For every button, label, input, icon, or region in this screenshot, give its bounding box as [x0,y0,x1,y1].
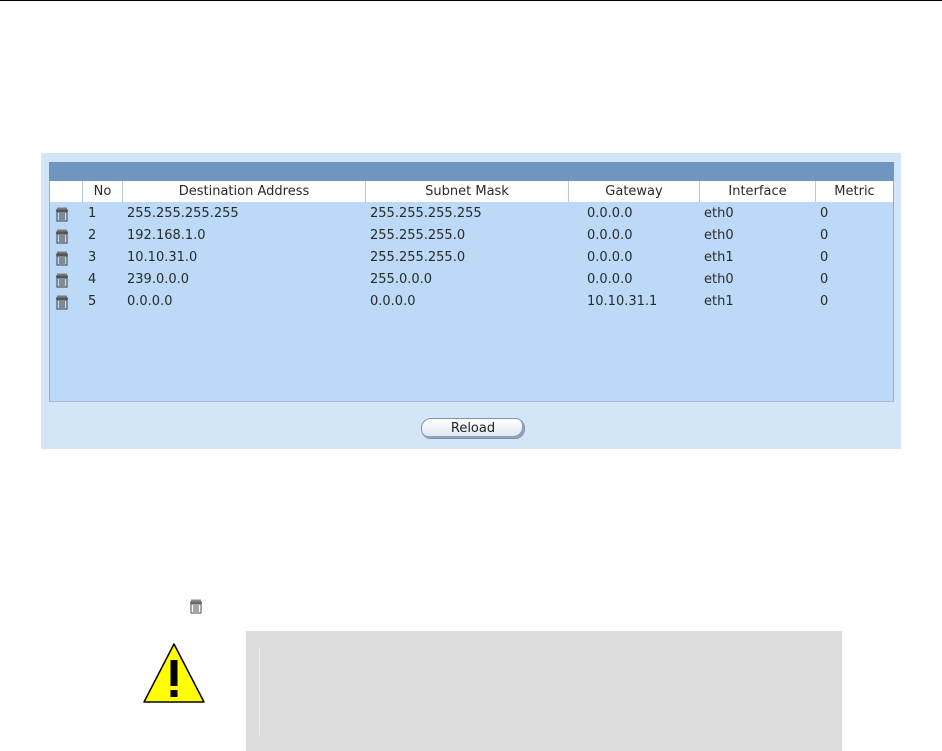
cell-metric: 0 [820,294,829,309]
table-row: 4 239.0.0.0 255.0.0.0 0.0.0.0 eth0 0 [50,269,893,291]
cell-destination: 192.168.1.0 [127,228,206,243]
delete-route-trash-icon[interactable] [55,229,69,244]
trash-icon [190,599,202,614]
cell-destination: 0.0.0.0 [127,294,173,309]
header-gateway: Gateway [569,181,700,202]
cell-interface: eth0 [704,228,734,243]
cell-no: 2 [88,228,97,243]
cell-no: 1 [88,206,97,221]
cell-no: 4 [88,272,97,287]
cell-metric: 0 [820,250,829,265]
header-subnet-mask: Subnet Mask [366,181,569,202]
cell-interface: eth0 [704,272,734,287]
note-box [246,631,842,751]
reload-button[interactable]: Reload [421,418,525,439]
table-header-row: No Destination Address Subnet Mask Gatew… [50,181,893,202]
table-row: 2 192.168.1.0 255.255.255.0 0.0.0.0 eth0 0 [50,225,893,247]
routing-table: No Destination Address Subnet Mask Gatew… [49,181,894,402]
cell-interface: eth1 [704,250,734,265]
cell-gateway: 10.10.31.1 [587,294,658,309]
header-interface: Interface [700,181,816,202]
cell-destination: 255.255.255.255 [127,206,239,221]
note-divider [259,647,260,735]
delete-route-trash-icon[interactable] [55,251,69,266]
cell-interface: eth0 [704,206,734,221]
cell-mask: 255.255.255.255 [370,206,482,221]
header-no: No [83,181,123,202]
top-rule [0,0,942,1]
cell-mask: 255.0.0.0 [370,272,433,287]
cell-metric: 0 [820,272,829,287]
cell-no: 3 [88,250,97,265]
delete-route-trash-icon[interactable] [55,207,69,222]
cell-gateway: 0.0.0.0 [587,272,633,287]
routing-table-panel: No Destination Address Subnet Mask Gatew… [41,153,901,449]
cell-gateway: 0.0.0.0 [587,228,633,243]
table-row: 5 0.0.0.0 0.0.0.0 10.10.31.1 eth1 0 [50,291,893,313]
cell-destination: 10.10.31.0 [127,250,198,265]
cell-interface: eth1 [704,294,734,309]
delete-route-trash-icon[interactable] [55,295,69,310]
cell-mask: 0.0.0.0 [370,294,416,309]
table-row: 3 10.10.31.0 255.255.255.0 0.0.0.0 eth1 0 [50,247,893,269]
cell-mask: 255.255.255.0 [370,250,466,265]
panel-header-bar [49,162,894,181]
header-destination-address: Destination Address [123,181,366,202]
table-row: 1 255.255.255.255 255.255.255.255 0.0.0.0 et… [50,203,893,225]
delete-route-trash-icon[interactable] [55,273,69,288]
cell-gateway: 0.0.0.0 [587,250,633,265]
cell-metric: 0 [820,206,829,221]
cell-destination: 239.0.0.0 [127,272,190,287]
header-icon-cell [50,181,83,202]
cell-gateway: 0.0.0.0 [587,206,633,221]
cell-metric: 0 [820,228,829,243]
cell-no: 5 [88,294,97,309]
warning-icon [143,643,205,703]
header-metric: Metric [816,181,893,202]
cell-mask: 255.255.255.0 [370,228,466,243]
